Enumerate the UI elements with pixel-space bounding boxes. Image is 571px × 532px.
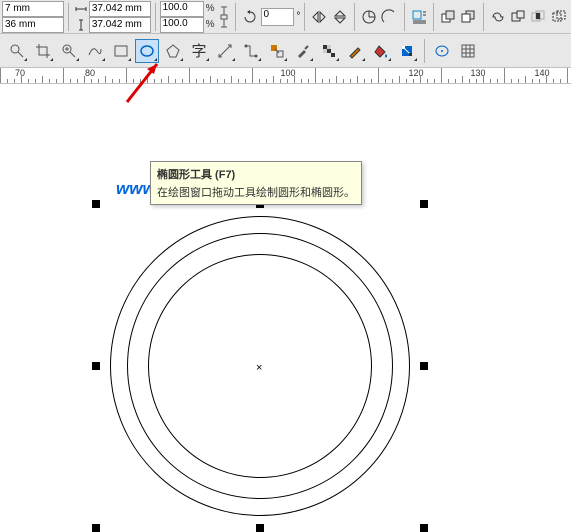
pos-y-input[interactable]: 36 mm	[2, 17, 64, 33]
selection-handle[interactable]	[420, 362, 428, 370]
outline-pen-tool[interactable]	[343, 39, 367, 63]
transparency-tool[interactable]	[317, 39, 341, 63]
height-input[interactable]: 37.042 mm	[89, 17, 151, 33]
arc-button[interactable]	[380, 6, 398, 28]
dimension-tool[interactable]	[213, 39, 237, 63]
scale-x-input[interactable]: 100.0	[160, 1, 204, 17]
pos-x-input[interactable]: 7 mm	[2, 1, 64, 17]
connector-tool[interactable]	[239, 39, 263, 63]
text-tool[interactable]: 字	[187, 39, 211, 63]
selection-handle[interactable]	[92, 362, 100, 370]
selection-center: ×	[256, 362, 262, 374]
tooltip: 椭圆形工具 (F7) 在绘图窗口拖动工具绘制圆形和椭圆形。	[150, 161, 362, 205]
lock-ratio-button[interactable]	[217, 1, 232, 33]
selection-handle[interactable]	[420, 524, 428, 532]
scale-group: 100.0% 100.0%	[160, 1, 215, 33]
intersect-button[interactable]	[529, 6, 547, 28]
position-group: 7 mm 36 mm	[2, 1, 64, 33]
rotation-input[interactable]: 0	[261, 8, 295, 26]
crop-tool[interactable]	[31, 39, 55, 63]
front-of-button[interactable]	[439, 6, 457, 28]
zoom-tool[interactable]	[57, 39, 81, 63]
width-input[interactable]: 37.042 mm	[89, 1, 151, 17]
toolbox: 字	[0, 34, 571, 68]
smart-fill-tool[interactable]	[430, 39, 454, 63]
selection-handle[interactable]	[92, 524, 100, 532]
selection-handle[interactable]	[420, 200, 428, 208]
fill-tool[interactable]	[369, 39, 393, 63]
mesh-fill-tool[interactable]	[456, 39, 480, 63]
wrap-text-button[interactable]	[409, 6, 427, 28]
canvas[interactable]: www.rjzxw.com × 椭圆形工具 (F7) 在绘图窗口拖动工具绘制圆形…	[0, 84, 571, 525]
trim-button[interactable]	[509, 6, 527, 28]
height-icon	[73, 19, 89, 31]
search-tool[interactable]	[5, 39, 29, 63]
annotation-arrow	[115, 54, 175, 114]
interactive-fill-tool[interactable]	[395, 39, 419, 63]
eyedropper-tool[interactable]	[291, 39, 315, 63]
rotate-icon	[241, 6, 259, 28]
mirror-v-button[interactable]	[331, 6, 349, 28]
tooltip-desc: 在绘图窗口拖动工具绘制圆形和椭圆形。	[157, 184, 355, 200]
scale-y-input[interactable]: 100.0	[160, 17, 204, 33]
tooltip-title: 椭圆形工具 (F7)	[157, 166, 355, 182]
width-icon	[73, 4, 89, 14]
horizontal-ruler: 70 80 100 120 130 140	[0, 68, 571, 84]
selection-handle[interactable]	[256, 524, 264, 532]
selection-handle[interactable]	[92, 200, 100, 208]
pie-button[interactable]	[360, 6, 378, 28]
simplify-button[interactable]	[550, 6, 568, 28]
freehand-tool[interactable]	[83, 39, 107, 63]
size-group: 37.042 mm 37.042 mm	[73, 1, 151, 33]
property-bar: 7 mm 36 mm 37.042 mm 37.042 mm 100.0% 10…	[0, 0, 571, 34]
mirror-h-button[interactable]	[310, 6, 328, 28]
interactive-tool[interactable]	[265, 39, 289, 63]
behind-button[interactable]	[459, 6, 477, 28]
weld-button[interactable]	[488, 6, 506, 28]
